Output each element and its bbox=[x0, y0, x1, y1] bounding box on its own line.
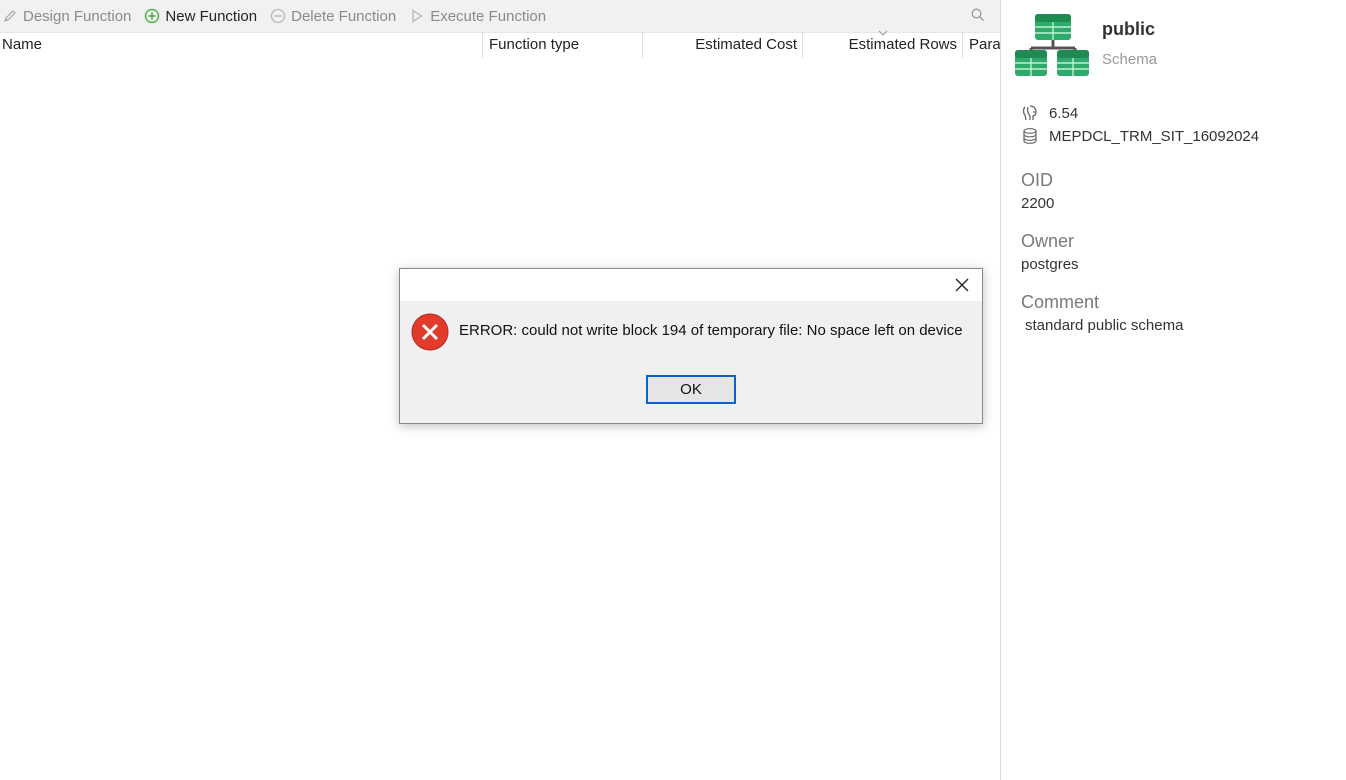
column-header-name[interactable]: Name bbox=[0, 32, 482, 58]
owner-value: postgres bbox=[1021, 256, 1079, 273]
pencil-icon bbox=[4, 10, 16, 22]
delete-function-label: Delete Function bbox=[291, 7, 397, 25]
new-function-label: New Function bbox=[165, 7, 258, 25]
column-parameters-label: Parar bbox=[969, 36, 1000, 53]
owner-label: Owner bbox=[1021, 231, 1075, 251]
toolbar: Design Function New Function Delete Func… bbox=[0, 0, 1000, 33]
database-icon bbox=[1023, 128, 1037, 144]
error-icon bbox=[411, 313, 449, 351]
play-icon bbox=[412, 9, 423, 23]
delete-function-button[interactable]: Delete Function bbox=[268, 0, 401, 32]
ok-button[interactable]: OK bbox=[646, 375, 736, 404]
object-type: Schema bbox=[1102, 51, 1158, 68]
server-version-row: 6.54 bbox=[1021, 104, 1078, 122]
add-circle-icon bbox=[145, 8, 160, 24]
column-estimated-rows-label: Estimated Rows bbox=[848, 36, 957, 53]
execute-function-button[interactable]: Execute Function bbox=[407, 0, 551, 32]
new-function-button[interactable]: New Function bbox=[142, 0, 262, 32]
column-function-type-label: Function type bbox=[489, 36, 580, 53]
column-header-parameters[interactable]: Parar bbox=[962, 32, 1000, 58]
schema-icon bbox=[1015, 14, 1089, 76]
navicat-window: Design Function New Function Delete Func… bbox=[0, 0, 1346, 780]
postgresql-elephant-icon bbox=[1022, 105, 1037, 121]
column-header-estimated-cost[interactable]: Estimated Cost bbox=[642, 32, 802, 58]
column-name-label: Name bbox=[2, 36, 43, 53]
server-version-value: 6.54 bbox=[1049, 104, 1079, 122]
design-function-button[interactable]: Design Function bbox=[0, 0, 136, 32]
grid-header: Name Function type Estimated Cost Estima… bbox=[0, 32, 1000, 58]
remove-circle-icon bbox=[270, 8, 286, 24]
object-info-pane: public Schema 6.54 MEPDCL_TRM_SIT_160920… bbox=[1001, 0, 1346, 780]
error-dialog: ERROR: could not write block 194 of temp… bbox=[399, 268, 983, 424]
database-row: MEPDCL_TRM_SIT_16092024 bbox=[1021, 127, 1259, 145]
database-name-value: MEPDCL_TRM_SIT_16092024 bbox=[1049, 127, 1260, 145]
column-header-function-type[interactable]: Function type bbox=[482, 32, 642, 58]
oid-value: 2200 bbox=[1021, 195, 1055, 212]
close-icon[interactable] bbox=[954, 277, 970, 293]
sort-indicator-icon bbox=[878, 30, 888, 36]
dialog-titlebar[interactable] bbox=[400, 269, 982, 301]
error-message: ERROR: could not write block 194 of temp… bbox=[459, 322, 963, 339]
search-icon[interactable] bbox=[970, 7, 986, 23]
comment-label: Comment bbox=[1021, 292, 1100, 312]
oid-label: OID bbox=[1021, 170, 1054, 190]
object-name: public bbox=[1102, 19, 1155, 39]
comment-value: standard public schema bbox=[1025, 317, 1184, 334]
execute-function-label: Execute Function bbox=[430, 7, 547, 25]
design-function-label: Design Function bbox=[23, 7, 132, 25]
column-estimated-cost-label: Estimated Cost bbox=[695, 36, 797, 53]
